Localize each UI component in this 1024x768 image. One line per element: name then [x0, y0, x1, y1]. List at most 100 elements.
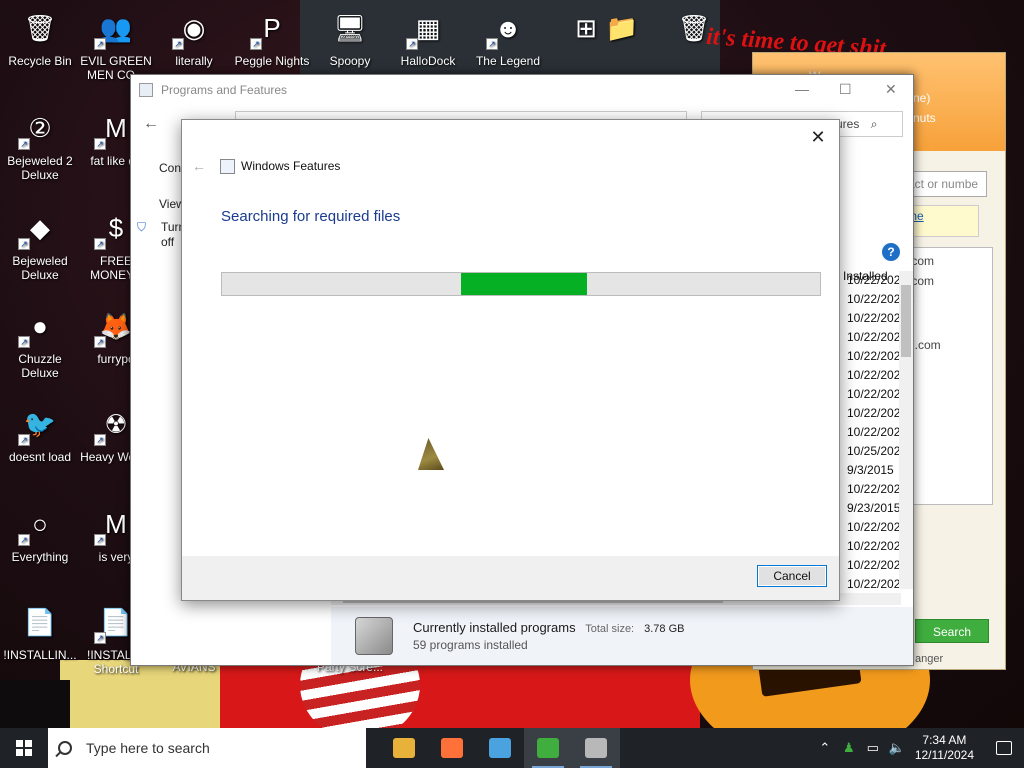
desktop-icon[interactable]: ② ↗ Bejeweled 2 Deluxe [2, 106, 78, 182]
scrollbar-thumb[interactable] [901, 285, 911, 357]
monitors-icon: 🖥 [333, 13, 367, 43]
installed-dates-column: 10/22/2024 10/22/2024 10/22/2024 10/22/2024… [847, 273, 907, 596]
network-icon[interactable]: ▭ [863, 740, 883, 756]
list-item[interactable]: e [908, 294, 988, 308]
folder-icon: 📁 [605, 13, 639, 43]
shortcut-arrow-icon: ↗ [94, 238, 106, 250]
windows-features-dialog[interactable]: ✕ ← Windows Features Searching for requi… [181, 119, 840, 601]
start-button[interactable] [0, 728, 48, 768]
desktop-icon-label: Bejeweled 2 Deluxe [7, 154, 73, 182]
desktop-icon[interactable]: 🖥 Spoopy [312, 6, 388, 68]
shortcut-arrow-icon: ↗ [18, 534, 30, 546]
programs-box-icon [355, 617, 393, 655]
chevron-up-icon[interactable]: ⌃ [815, 740, 835, 756]
shortcut-arrow-icon: ↗ [250, 38, 262, 50]
bejeweled-icon: ◆ ↗ [18, 206, 62, 250]
desktop-icon-label: Everything [11, 550, 69, 564]
list-item[interactable]: n.com [908, 338, 988, 352]
table-row[interactable]: 9/3/2015 [847, 463, 907, 482]
back-arrow-icon[interactable]: ← [143, 115, 159, 133]
maximize-button[interactable]: ☐ [839, 81, 852, 98]
green-men-icon: 👥 ↗ [94, 6, 138, 50]
shield-icon: ⛉ [137, 220, 147, 234]
desktop-icon[interactable]: P ↗ Peggle Nights [234, 6, 310, 68]
windows-features-icon [220, 158, 235, 174]
desktop-icon[interactable]: ☻ ↗ The Legend [470, 6, 546, 68]
dialog-footer: Cancel [182, 556, 839, 600]
shortcut-arrow-icon: ↗ [406, 38, 418, 50]
help-icon[interactable]: ? [882, 243, 900, 261]
table-row[interactable]: 10/22/2024 [847, 349, 907, 368]
notifications-button[interactable] [984, 728, 1024, 768]
table-row[interactable]: 10/25/2024 [847, 444, 907, 463]
orange-window-input[interactable]: act or numbe [903, 171, 987, 197]
table-row[interactable]: 10/22/2024 [847, 482, 907, 501]
orange-window-note-link[interactable]: the [903, 205, 979, 237]
desktop-icon[interactable]: 📁 [584, 6, 660, 54]
table-row[interactable]: 10/22/2024 [847, 520, 907, 539]
shortcut-arrow-icon: ↗ [94, 434, 106, 446]
clock-time: 7:34 AM [922, 733, 967, 747]
desktop-icon[interactable]: 👥 ↗ EVIL GREEN MEN CO... [78, 6, 154, 82]
list-item[interactable]: .com [908, 254, 988, 268]
dialog-close-button[interactable]: ✕ [807, 126, 829, 148]
table-row[interactable]: 10/22/2024 [847, 311, 907, 330]
green-man-tray-icon[interactable]: ♟ [839, 740, 859, 756]
table-row[interactable]: 10/22/2024 [847, 273, 907, 292]
desktop-icon[interactable]: 🗑 [656, 6, 732, 54]
hallodock-icon: ▦ ↗ [406, 6, 450, 50]
taskbar-app[interactable] [524, 728, 572, 768]
desktop-icon[interactable]: ◉ ↗ literally [156, 6, 232, 68]
taskbar-app[interactable] [476, 728, 524, 768]
table-row[interactable]: 10/22/2024 [847, 387, 907, 406]
desktop-icon-label: literally [175, 54, 213, 68]
taskbar-search-placeholder: Type here to search [86, 740, 210, 756]
table-row[interactable]: 10/22/2024 [847, 558, 907, 577]
table-row[interactable]: 10/22/2024 [847, 425, 907, 444]
desktop-icon[interactable]: 🐦 ↗ doesnt load [2, 402, 78, 464]
table-row[interactable]: 9/23/2015 [847, 501, 907, 520]
shortcut-arrow-icon: ↗ [18, 238, 30, 250]
hallodock-taskbar-icon [489, 738, 511, 758]
taskbar-search-box[interactable]: Type here to search [48, 728, 366, 768]
shortcut-arrow-icon: ↗ [94, 534, 106, 546]
shortcut-arrow-icon: ↗ [94, 336, 106, 348]
desktop-icon-label: The Legend [475, 54, 541, 68]
orange-window-list: .com .com e n.com [903, 247, 993, 505]
table-row[interactable]: 10/22/2024 [847, 368, 907, 387]
list-item[interactable]: .com [908, 274, 988, 288]
shortcut-arrow-icon: ↗ [94, 138, 106, 150]
desktop-icon[interactable]: ● ↗ Chuzzle Deluxe [2, 304, 78, 380]
close-button[interactable]: ✕ [885, 81, 897, 98]
taskbar-app[interactable] [380, 728, 428, 768]
table-row[interactable]: 10/22/2024 [847, 292, 907, 311]
orange-window-menu-1[interactable]: ne) [913, 91, 995, 105]
search-icon[interactable]: ⌕ [871, 117, 878, 131]
table-row[interactable]: 10/22/2024 [847, 539, 907, 558]
cancel-button[interactable]: Cancel [757, 565, 827, 587]
taskbar-app[interactable] [428, 728, 476, 768]
desktop-icon[interactable]: 📄 !INSTALLIN... [2, 600, 78, 662]
orange-window-menu-2[interactable]: nuts [913, 111, 995, 125]
desktop-icon-label: Bejeweled Deluxe [12, 254, 68, 282]
desktop-icon[interactable]: ▦ ↗ HalloDock [390, 6, 466, 68]
taskbar-app[interactable] [572, 728, 620, 768]
desktop-icon[interactable]: ○ ↗ Everything [2, 502, 78, 564]
notification-icon [996, 741, 1012, 755]
table-row[interactable]: 10/22/2024 [847, 406, 907, 425]
firefox-taskbar-icon [441, 738, 463, 758]
orange-window-search-button[interactable]: Search [915, 619, 989, 643]
desktop-icon[interactable]: 🗑 Recycle Bin [2, 6, 78, 68]
minimize-button[interactable]: — [795, 81, 809, 97]
chuzzle-icon: ● ↗ [18, 304, 62, 348]
status-title: Currently installed programs [413, 620, 576, 635]
vertical-scrollbar[interactable] [899, 271, 913, 589]
clock[interactable]: 7:34 AM 12/11/2024 [915, 733, 974, 763]
dialog-heading: Searching for required files [221, 208, 401, 225]
volume-icon[interactable]: 🔈 [887, 740, 907, 756]
desktop-icon[interactable]: ◆ ↗ Bejeweled Deluxe [2, 206, 78, 282]
desktop-icon-label: !INSTALLIN... [3, 648, 77, 662]
total-size-label: Total size: [585, 623, 635, 635]
taskbar: Type here to search ⌃ ♟ ▭ 🔈 7:34 AM 12/1… [0, 728, 1024, 768]
table-row[interactable]: 10/22/2024 [847, 330, 907, 349]
